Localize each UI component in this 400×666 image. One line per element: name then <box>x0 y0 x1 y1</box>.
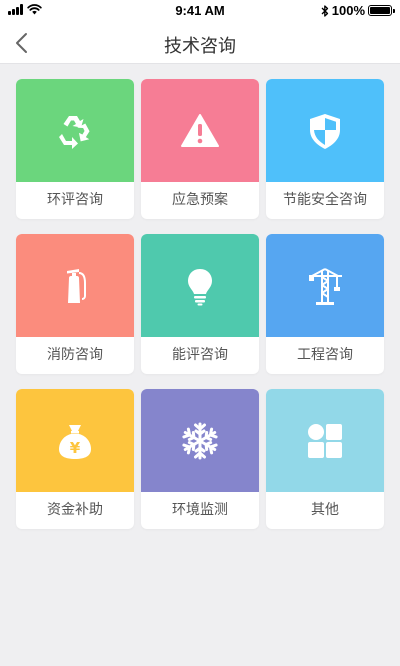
battery-percent: 100% <box>331 3 365 18</box>
card-emergency-plan[interactable]: 应急预案 <box>141 79 259 219</box>
card-label: 消防咨询 <box>47 347 103 363</box>
card-label: 其他 <box>311 502 339 518</box>
grid-icon <box>308 423 342 458</box>
status-bar: 9:41 AM 100% <box>0 0 400 22</box>
shield-icon <box>310 113 340 149</box>
card-icon-area <box>16 79 134 182</box>
card-eia-consulting[interactable]: 环评咨询 <box>16 79 134 219</box>
money-bag-icon: ¥ <box>59 424 91 459</box>
card-energy-assessment[interactable]: 能评咨询 <box>141 234 259 374</box>
card-icon-area <box>266 234 384 337</box>
card-energy-safety-consulting[interactable]: 节能安全咨询 <box>266 79 384 219</box>
nav-bar: 技术咨询 <box>0 22 400 64</box>
card-icon-area <box>16 234 134 337</box>
card-label: 应急预案 <box>172 192 228 208</box>
card-icon-area <box>141 234 259 337</box>
page-title: 技术咨询 <box>164 36 236 57</box>
snowflake-icon <box>181 422 219 459</box>
card-fire-consulting[interactable]: 消防咨询 <box>16 234 134 374</box>
card-label: 资金补助 <box>47 502 103 518</box>
card-other[interactable]: 其他 <box>266 389 384 529</box>
status-right: 100% <box>321 3 395 18</box>
card-engineering-consulting[interactable]: 工程咨询 <box>266 234 384 374</box>
card-icon-area <box>141 79 259 182</box>
card-icon-area <box>266 79 384 182</box>
card-environment-monitoring[interactable]: 环境监测 <box>141 389 259 529</box>
card-funding-subsidy[interactable]: ¥ 资金补助 <box>16 389 134 529</box>
lightbulb-icon <box>188 268 212 305</box>
card-label: 环境监测 <box>172 502 228 518</box>
card-label: 节能安全咨询 <box>283 192 367 208</box>
warning-icon <box>181 113 219 147</box>
crane-icon <box>309 267 342 305</box>
bluetooth-icon <box>321 4 328 17</box>
card-icon-area <box>266 389 384 492</box>
card-label: 环评咨询 <box>47 192 103 208</box>
fire-extinguisher-icon <box>67 268 86 303</box>
card-icon-area: ¥ <box>16 389 134 492</box>
recycle-icon <box>59 115 90 149</box>
battery-icon <box>368 5 395 16</box>
svg-text:¥: ¥ <box>70 439 81 457</box>
card-icon-area <box>141 389 259 492</box>
card-label: 工程咨询 <box>297 347 353 363</box>
card-label: 能评咨询 <box>172 347 228 363</box>
